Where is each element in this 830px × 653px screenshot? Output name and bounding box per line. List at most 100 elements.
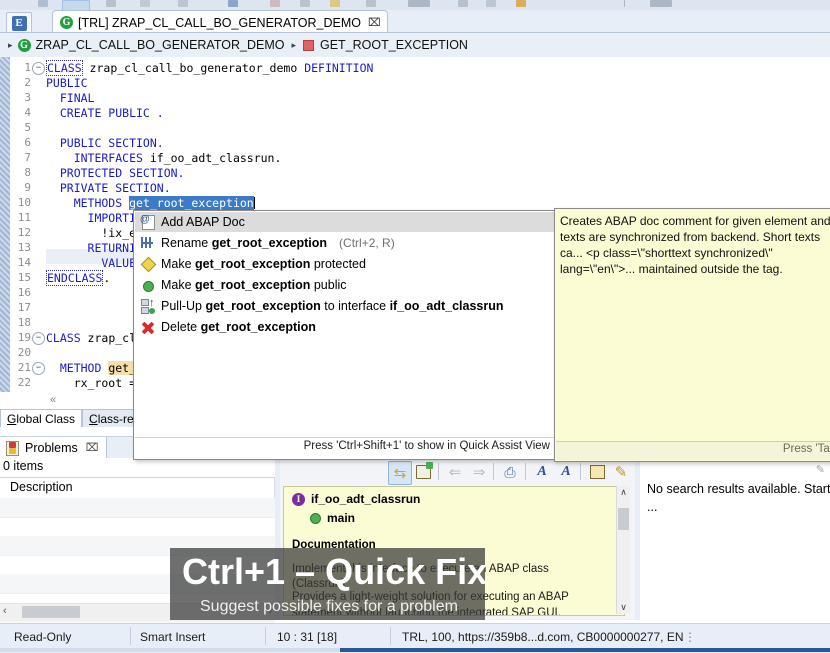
class-icon: G <box>17 38 31 52</box>
protected-visibility-icon <box>140 256 157 273</box>
delete-icon <box>140 319 156 335</box>
search-empty-message: No search results available. Start a s <box>647 482 830 496</box>
quick-fix-item-pull-up[interactable]: ↑ Pull-Up get_root_exception to interfac… <box>135 296 560 316</box>
search-view-content: ✎ No search results available. Start a s… <box>640 457 830 621</box>
chevron-right-icon[interactable]: ▸ <box>8 40 13 51</box>
breadcrumb-class[interactable]: ZRAP_CL_CALL_BO_GENERATOR_DEMO <box>36 38 285 52</box>
line-number: 3 <box>24 91 31 104</box>
perspective-icon[interactable]: E <box>6 12 32 34</box>
code-line: PROTECTED SECTION. <box>46 166 185 180</box>
line-number: 1 <box>24 61 31 74</box>
problems-tab-label: Problems <box>25 440 78 455</box>
tab-problems[interactable]: Problems ⌧ <box>0 437 108 458</box>
quick-fix-description-popup: Creates ABAP doc comment for given eleme… <box>554 208 830 462</box>
table-row[interactable] <box>0 517 275 537</box>
scrollbar-thumb[interactable] <box>22 606 80 618</box>
problems-item-count: 0 items <box>3 459 44 473</box>
code-line: CLASS zrap_cl_call_bo_generator_demo DEF… <box>46 60 374 76</box>
quick-fix-description-footer-text: Press 'Tab' from pr <box>782 443 830 455</box>
pencil-icon[interactable]: ✎ <box>816 463 825 476</box>
quick-fix-label: Make get_root_exception public <box>161 278 347 292</box>
problems-icon <box>6 440 20 456</box>
line-number-ruler: 1−2 3 4 5 6 7 8 9 10 11 12 13 14 15 16 17 18 19−20 21−22 <box>10 57 46 418</box>
back-icon[interactable]: ⇐ <box>444 461 466 483</box>
chevron-right-icon[interactable]: ▸ <box>291 40 296 51</box>
line-number: 8 <box>24 166 31 179</box>
column-description[interactable]: Description <box>10 480 73 494</box>
scrollbar-thumb[interactable] <box>618 508 629 530</box>
forward-icon[interactable]: ⇒ <box>468 461 490 483</box>
subtab-scroll-left-button[interactable]: « <box>38 394 68 408</box>
method-icon <box>310 512 321 524</box>
code-line: IMPORTI <box>46 211 137 225</box>
code-line: PRIVATE SECTION. <box>46 181 171 195</box>
tab-global-class[interactable]: Global Class <box>0 409 83 427</box>
quick-fix-proposal-popup[interactable]: @ Add ABAP Doc Rename get_root_exception… <box>133 210 560 460</box>
line-number: 15 <box>17 271 31 284</box>
quick-fix-item-make-public[interactable]: Make get_root_exception public <box>135 275 560 295</box>
code-line: VALUE <box>46 256 137 270</box>
quick-fix-description-text: Creates ABAP doc comment for given eleme… <box>560 214 830 276</box>
annotation-ruler[interactable] <box>0 57 10 418</box>
code-line: METHOD get_ <box>46 361 137 375</box>
method-name: main <box>327 511 356 525</box>
class-icon: G <box>60 16 73 29</box>
breadcrumb[interactable]: ▸ G ZRAP_CL_CALL_BO_GENERATOR_DEMO ▸ GET… <box>0 33 830 58</box>
method-icon <box>303 39 314 51</box>
fold-toggle-icon[interactable]: − <box>32 362 45 375</box>
quick-fix-description-footer: Press 'Tab' from pr <box>556 441 830 460</box>
link-with-editor-icon[interactable]: ⇆ <box>388 461 412 485</box>
quick-fix-item-rename[interactable]: Rename get_root_exception (Ctrl+2, R) <box>135 233 560 253</box>
scroll-left-icon[interactable]: ‹ <box>3 605 7 617</box>
code-line: RETURNI <box>46 241 137 255</box>
method-entry: main <box>310 511 355 525</box>
code-line: CREATE PUBLIC . <box>46 106 164 120</box>
quick-fix-shortcut: (Ctrl+2, R) <box>339 236 395 250</box>
line-number: 21 <box>17 361 31 374</box>
quick-fix-item-make-protected[interactable]: Make get_root_exception protected <box>135 254 560 274</box>
close-icon[interactable]: ⌧ <box>86 441 99 454</box>
editor-tab-zrap-class[interactable]: G [TRL] ZRAP_CL_CALL_BO_GENERATOR_DEMO ⌧ <box>52 10 388 34</box>
editor-tab-title: [TRL] ZRAP_CL_CALL_BO_GENERATOR_DEMO <box>78 15 361 30</box>
close-icon[interactable]: ⌧ <box>368 16 381 29</box>
fold-toggle-icon[interactable]: − <box>32 62 45 75</box>
line-number: 10 <box>17 196 31 209</box>
scroll-down-icon[interactable]: ∨ <box>618 602 629 613</box>
status-cursor-position: 10 : 31 [18] <box>277 630 338 644</box>
scroll-up-icon[interactable]: ∧ <box>618 487 629 498</box>
line-number: 2 <box>24 76 31 89</box>
breadcrumb-member[interactable]: GET_ROOT_EXCEPTION <box>320 38 468 52</box>
pencil-icon[interactable]: ✎ <box>610 461 632 483</box>
status-system-info: TRL, 100, https://359b8...d.com, CB00000… <box>402 630 684 644</box>
table-row[interactable] <box>0 498 275 518</box>
line-number: 6 <box>24 136 31 149</box>
quick-fix-item-add-abap-doc[interactable]: @ Add ABAP Doc <box>135 212 560 232</box>
decrease-font-icon[interactable]: A <box>555 461 577 483</box>
public-visibility-icon <box>140 277 156 293</box>
line-number: 17 <box>17 301 31 314</box>
quick-fix-label: Make get_root_exception protected <box>161 257 366 271</box>
search-empty-message-cont: ... <box>647 500 658 514</box>
open-in-browser-icon[interactable] <box>586 461 608 483</box>
element-info-vertical-scrollbar[interactable]: ∧ ∨ <box>616 486 630 614</box>
quick-fix-label: Delete get_root_exception <box>161 320 316 334</box>
print-icon[interactable]: ⎙ <box>499 461 521 483</box>
line-number: 13 <box>17 241 31 254</box>
quick-fix-footer-text: Press 'Ctrl+Shift+1' to show in Quick As… <box>303 440 550 452</box>
quick-fix-item-delete[interactable]: Delete get_root_exception <box>135 317 560 337</box>
code-line: PUBLIC SECTION. <box>46 136 164 150</box>
code-line: CLASS zrap_cl <box>46 331 137 345</box>
search-view[interactable]: ✎ No search results available. Start a s… <box>640 436 830 621</box>
status-overflow-icon[interactable]: ⋮ <box>684 630 697 644</box>
line-number: 5 <box>24 121 31 134</box>
problems-column-header[interactable]: Description <box>0 478 275 498</box>
code-line: ENDCLASS. <box>46 270 111 286</box>
line-number: 12 <box>17 226 31 239</box>
open-input-icon[interactable] <box>412 461 434 483</box>
code-line: !ix_e <box>46 226 137 240</box>
fold-toggle-icon[interactable]: − <box>32 332 45 345</box>
app-letter: E <box>11 15 27 31</box>
element-info-toolbar[interactable]: ⇆ ⇐ ⇒ ⎙ A A ✎ <box>280 459 635 485</box>
increase-font-icon[interactable]: A <box>531 461 553 483</box>
code-line: METHODS get_root_exception <box>46 196 255 210</box>
